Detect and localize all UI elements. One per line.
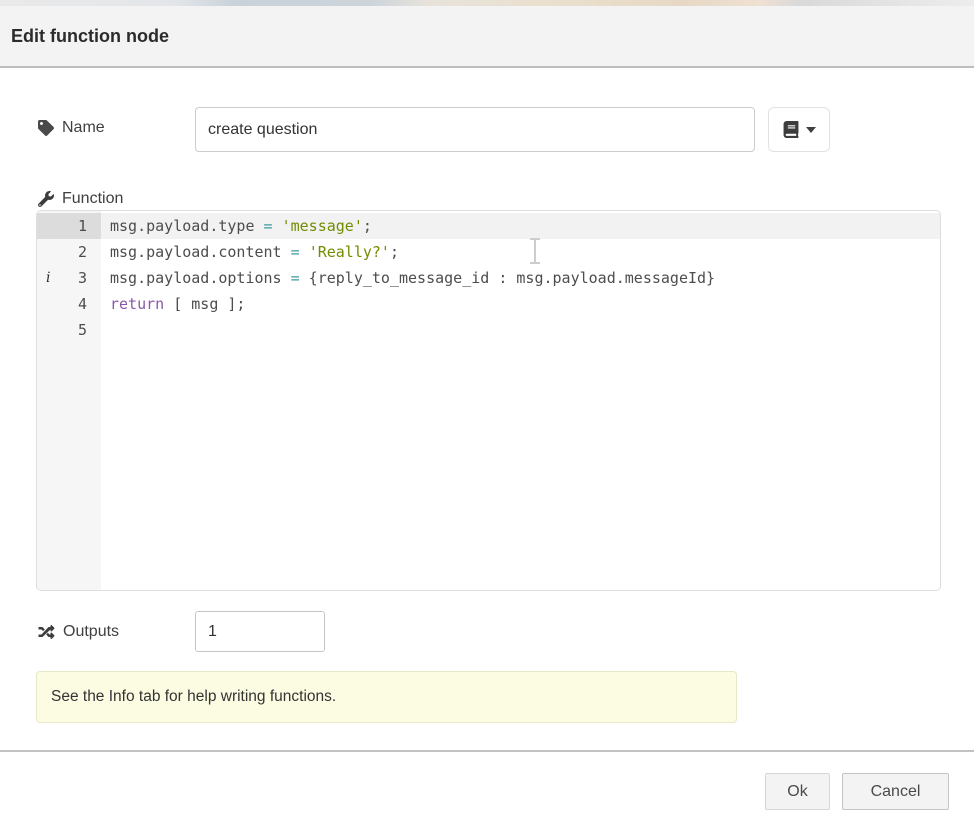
edit-function-node-dialog: Edit function node Name Function 1msg.pa… — [0, 0, 974, 827]
function-label: Function — [38, 190, 123, 208]
tag-icon — [38, 120, 54, 136]
library-button[interactable] — [768, 107, 830, 152]
outputs-label: Outputs — [38, 623, 119, 641]
shuffle-icon — [38, 624, 55, 640]
code-line-5[interactable]: 5 — [37, 317, 940, 343]
wrench-icon — [38, 191, 54, 207]
function-code-editor[interactable]: 1msg.payload.type = 'message';2msg.paylo… — [36, 210, 941, 591]
book-icon — [783, 121, 799, 138]
code-text: msg.payload.type = 'message'; — [101, 213, 940, 239]
caret-down-icon — [806, 127, 816, 133]
tip-box: See the Info tab for help writing functi… — [36, 671, 737, 723]
info-annotation-icon: i — [46, 265, 50, 291]
outputs-input[interactable] — [196, 612, 325, 651]
line-number: 2 — [37, 239, 101, 265]
name-label: Name — [38, 119, 105, 137]
code-text: msg.payload.options = {reply_to_message_… — [101, 265, 940, 291]
code-lines: 1msg.payload.type = 'message';2msg.paylo… — [37, 213, 940, 343]
dialog-title: Edit function node — [11, 26, 169, 47]
outputs-spinner — [195, 611, 325, 652]
code-line-4[interactable]: 4return [ msg ]; — [37, 291, 940, 317]
name-label-text: Name — [62, 119, 105, 137]
tip-text: See the Info tab for help writing functi… — [51, 688, 336, 706]
outputs-label-text: Outputs — [63, 623, 119, 641]
dialog-header: Edit function node — [0, 6, 974, 68]
name-input[interactable] — [195, 107, 755, 152]
function-label-text: Function — [62, 190, 123, 208]
footer-separator — [0, 750, 974, 752]
line-number: 4 — [37, 291, 101, 317]
line-number: 1 — [37, 213, 101, 239]
code-line-1[interactable]: 1msg.payload.type = 'message'; — [37, 213, 940, 239]
cancel-button[interactable]: Cancel — [842, 773, 949, 810]
line-number: i3 — [37, 265, 101, 291]
code-text: msg.payload.content = 'Really?'; — [101, 239, 940, 265]
code-text: return [ msg ]; — [101, 291, 940, 317]
line-number: 5 — [37, 317, 101, 343]
code-line-2[interactable]: 2msg.payload.content = 'Really?'; — [37, 239, 940, 265]
ok-button[interactable]: Ok — [765, 773, 830, 810]
code-line-3[interactable]: i3msg.payload.options = {reply_to_messag… — [37, 265, 940, 291]
code-text — [101, 317, 940, 343]
